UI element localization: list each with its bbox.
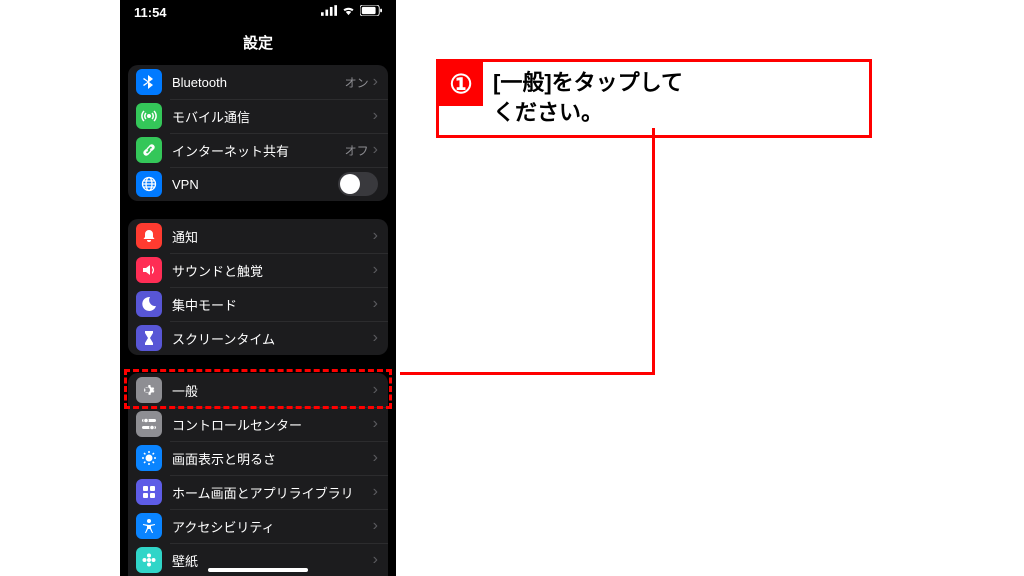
gear-icon — [136, 377, 162, 403]
row-label: VPN — [172, 177, 338, 192]
settings-row-sun[interactable]: 画面表示と明るさ› — [128, 441, 388, 475]
chevron-right-icon: › — [373, 416, 378, 432]
chevron-right-icon: › — [373, 74, 378, 90]
settings-row-grid[interactable]: ホーム画面とアプリライブラリ› — [128, 475, 388, 509]
antenna-icon — [136, 103, 162, 129]
chevron-right-icon: › — [373, 228, 378, 244]
chevron-right-icon: › — [373, 330, 378, 346]
row-label: ホーム画面とアプリライブラリ — [172, 483, 373, 502]
row-label: 集中モード — [172, 295, 373, 314]
chevron-right-icon: › — [373, 450, 378, 466]
chevron-right-icon: › — [373, 262, 378, 278]
bluetooth-icon — [136, 69, 162, 95]
instruction-text: [一般]をタップして ください。 — [483, 62, 697, 135]
row-label: スクリーンタイム — [172, 329, 373, 348]
grid-icon — [136, 479, 162, 505]
battery-icon — [360, 5, 382, 19]
hourglass-icon — [136, 325, 162, 351]
row-label: インターネット共有 — [172, 141, 345, 160]
row-value: オフ — [345, 142, 369, 159]
chevron-right-icon: › — [373, 296, 378, 312]
row-label: サウンドと触覚 — [172, 261, 373, 280]
accessibility-icon — [136, 513, 162, 539]
step-number: ① — [439, 62, 483, 106]
row-label: 一般 — [172, 381, 373, 400]
settings-row-link[interactable]: インターネット共有オフ› — [128, 133, 388, 167]
home-indicator — [208, 568, 308, 572]
bell-icon — [136, 223, 162, 249]
settings-row-accessibility[interactable]: アクセシビリティ› — [128, 509, 388, 543]
settings-group: Bluetoothオン›モバイル通信›インターネット共有オフ›VPN — [128, 65, 388, 201]
speaker-icon — [136, 257, 162, 283]
phone-frame: 11:54 設定 Bluetoothオン›モバイル通信›インターネット共有オフ›… — [120, 0, 396, 576]
row-label: 通知 — [172, 227, 373, 246]
chevron-right-icon: › — [373, 518, 378, 534]
settings-row-globe[interactable]: VPN — [128, 167, 388, 201]
status-indicators — [321, 5, 382, 19]
settings-group: 通知›サウンドと触覚›集中モード›スクリーンタイム› — [128, 219, 388, 355]
chevron-right-icon: › — [373, 382, 378, 398]
row-label: 画面表示と明るさ — [172, 449, 373, 468]
moon-icon — [136, 291, 162, 317]
status-time: 11:54 — [134, 5, 167, 20]
chevron-right-icon: › — [373, 552, 378, 568]
wifi-icon — [341, 5, 356, 19]
settings-row-speaker[interactable]: サウンドと触覚› — [128, 253, 388, 287]
row-label: モバイル通信 — [172, 107, 373, 126]
settings-row-antenna[interactable]: モバイル通信› — [128, 99, 388, 133]
settings-row-bell[interactable]: 通知› — [128, 219, 388, 253]
chevron-right-icon: › — [373, 484, 378, 500]
row-label: 壁紙 — [172, 551, 373, 570]
leader-line-v — [652, 128, 655, 375]
settings-row-moon[interactable]: 集中モード› — [128, 287, 388, 321]
row-value: オン — [345, 74, 369, 91]
instruction-callout: ① [一般]をタップして ください。 — [436, 59, 872, 138]
chevron-right-icon: › — [373, 108, 378, 124]
globe-icon — [136, 171, 162, 197]
page-title: 設定 — [120, 24, 396, 65]
settings-row-hourglass[interactable]: スクリーンタイム› — [128, 321, 388, 355]
row-label: Bluetooth — [172, 75, 345, 90]
leader-line-h — [400, 372, 655, 375]
row-label: アクセシビリティ — [172, 517, 373, 536]
settings-row-gear[interactable]: 一般› — [128, 373, 388, 407]
sun-icon — [136, 445, 162, 471]
settings-row-switches[interactable]: コントロールセンター› — [128, 407, 388, 441]
switches-icon — [136, 411, 162, 437]
status-bar: 11:54 — [120, 0, 396, 24]
chevron-right-icon: › — [373, 142, 378, 158]
toggle-switch[interactable] — [338, 172, 378, 196]
settings-row-bluetooth[interactable]: Bluetoothオン› — [128, 65, 388, 99]
signal-icon — [321, 5, 337, 19]
row-label: コントロールセンター — [172, 415, 373, 434]
link-icon — [136, 137, 162, 163]
settings-group: 一般›コントロールセンター›画面表示と明るさ›ホーム画面とアプリライブラリ›アク… — [128, 373, 388, 576]
flower-icon — [136, 547, 162, 573]
